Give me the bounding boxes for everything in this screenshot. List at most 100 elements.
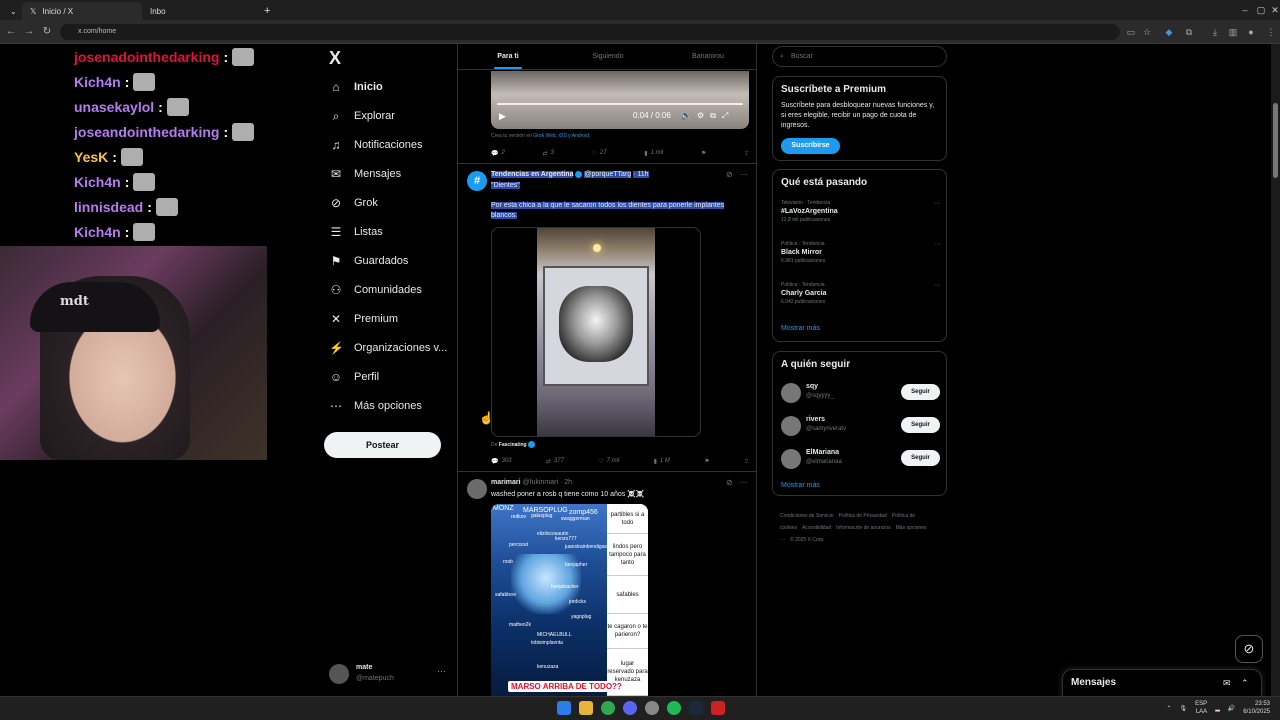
follow-name[interactable]: ElMariana: [806, 449, 839, 456]
app-red-icon[interactable]: [711, 701, 725, 715]
profile-avatar-icon[interactable]: ●: [1244, 25, 1258, 39]
subscribe-button[interactable]: Suscribirse: [781, 138, 840, 154]
more-icon[interactable]: ···: [437, 666, 446, 676]
tweet-time[interactable]: · 11h: [633, 171, 649, 179]
new-tab-button[interactable]: +: [256, 2, 274, 20]
steam-icon[interactable]: [689, 701, 703, 715]
file-explorer-icon[interactable]: [579, 701, 593, 715]
like-button[interactable]: ♡ 27: [592, 150, 607, 157]
tray-chevron-icon[interactable]: ⌃: [1167, 705, 1172, 712]
video-progress-bar[interactable]: [497, 103, 743, 105]
follow-button[interactable]: Seguir: [901, 384, 940, 400]
avatar[interactable]: [781, 383, 801, 403]
trend-item[interactable]: Política · Tendencia Black Mirror 6.981 pu…: [781, 241, 941, 264]
footer-link[interactable]: © 2025 X Corp.: [790, 537, 825, 543]
nav-item-grok[interactable]: ⊘ Grok: [329, 190, 378, 216]
wifi-icon[interactable]: ▂: [1215, 705, 1220, 712]
language-indicator[interactable]: ESP LAA: [1195, 700, 1207, 716]
nav-item-organizaciones-v-[interactable]: ⚡ Organizaciones v...: [329, 335, 447, 361]
post-button[interactable]: Postear: [324, 432, 441, 458]
nav-item-guardados[interactable]: ⚑ Guardados: [329, 248, 409, 274]
account-switcher[interactable]: mate @matepuch ···: [329, 660, 449, 690]
video-player[interactable]: ▶ 0:04 / 0:06 🔈⚙⧉⤢: [491, 71, 749, 129]
search-input[interactable]: ⌕ Buscar: [772, 46, 947, 67]
avatar[interactable]: [781, 416, 801, 436]
forward-icon[interactable]: →: [22, 25, 36, 39]
nav-item-mensajes[interactable]: ✉ Mensajes: [329, 161, 401, 187]
repost-button[interactable]: ⇄ 3: [542, 150, 553, 157]
back-icon[interactable]: ←: [4, 25, 18, 39]
author-handle[interactable]: @porqueTTarg: [584, 171, 632, 179]
follow-button[interactable]: Seguir: [901, 450, 940, 466]
author-handle[interactable]: @fukinmari: [523, 479, 559, 486]
expand-icon[interactable]: ⌃: [1241, 678, 1249, 689]
extension-icon[interactable]: ◆: [1162, 25, 1176, 39]
show-more-link[interactable]: Mostrar más: [781, 482, 820, 489]
footer-link[interactable]: Condiciones de Servicio: [780, 513, 834, 519]
bookmark-star-icon[interactable]: ☆: [1140, 25, 1154, 39]
more-icon[interactable]: ···: [740, 478, 748, 487]
nav-item-listas[interactable]: ☰ Listas: [329, 219, 383, 245]
bookmark-icon[interactable]: ⚑: [701, 150, 706, 157]
nav-item-perfil[interactable]: ☺ Perfil: [329, 364, 379, 390]
clock[interactable]: 23:53 6/10/2025: [1243, 700, 1270, 716]
discord-icon[interactable]: [623, 701, 637, 715]
follow-name[interactable]: sqy: [806, 383, 818, 390]
tweet-video[interactable]: [491, 227, 701, 437]
share-icon[interactable]: ⇪: [744, 150, 749, 157]
author-name[interactable]: marimari: [491, 479, 521, 486]
tab-bananirou[interactable]: Bananirou: [658, 44, 756, 69]
scrollbar-thumb[interactable]: [1273, 103, 1278, 178]
views-button[interactable]: ▮ 1 mil: [644, 150, 663, 157]
close-window-button[interactable]: ✕: [1266, 3, 1280, 17]
footer-link[interactable]: Política de Privacidad: [839, 513, 887, 519]
kebab-menu-icon[interactable]: ⋮: [1264, 25, 1278, 39]
author-name[interactable]: Tendencias en Argentina: [491, 171, 574, 179]
extensions-puzzle-icon[interactable]: ⧉: [1182, 25, 1196, 39]
tab-inbox[interactable]: Inbo: [142, 2, 254, 20]
grok-icon[interactable]: ⊘: [726, 170, 733, 179]
chrome-icon[interactable]: [601, 701, 615, 715]
play-icon[interactable]: ▶: [499, 111, 506, 122]
like-button[interactable]: ♡ 7 mil: [598, 458, 619, 465]
nav-item-notificaciones[interactable]: ♫ Notificaciones: [329, 132, 423, 158]
sidepanel-icon[interactable]: ▥: [1226, 25, 1240, 39]
follow-button[interactable]: Seguir: [901, 417, 940, 433]
volume-icon[interactable]: 🔊: [1228, 705, 1235, 712]
more-icon[interactable]: ···: [740, 170, 748, 179]
more-icon[interactable]: ···: [934, 200, 941, 207]
url-input[interactable]: x.com/home: [60, 24, 1120, 40]
nav-item-más-opciones[interactable]: ⋯ Más opciones: [329, 393, 422, 419]
nav-item-inicio[interactable]: ⌂ Inicio: [329, 74, 382, 100]
download-icon[interactable]: ⤓: [1208, 25, 1222, 39]
messages-drawer[interactable]: Mensajes ✉ ⌃: [1062, 669, 1262, 698]
nav-item-premium[interactable]: ✕ Premium: [329, 306, 398, 332]
tab-para-ti[interactable]: Para ti: [458, 44, 558, 69]
views-button[interactable]: ▮ 1 M: [654, 458, 670, 465]
trend-item[interactable]: Televisión · Tendencia #LaVozArgentina 12,…: [781, 200, 941, 223]
reload-icon[interactable]: ↻: [40, 25, 54, 39]
reply-button[interactable]: 💬 303: [491, 458, 512, 465]
tab-inicio[interactable]: 𝕏 Inicio / X: [22, 2, 142, 20]
more-icon[interactable]: ···: [934, 241, 941, 248]
reply-button[interactable]: 💬 2: [491, 150, 505, 157]
nav-item-explorar[interactable]: ⌕ Explorar: [329, 103, 395, 129]
source-account[interactable]: Fascinating: [499, 442, 527, 448]
grok-fab-icon[interactable]: ⊘: [1235, 635, 1263, 663]
tweet-image-iceberg-meme[interactable]: MONZ MARSOPLUG zomp456 redkov galaxplug swagg…: [491, 504, 648, 696]
avatar[interactable]: [467, 479, 487, 499]
bookmark-icon[interactable]: ⚑: [704, 458, 709, 465]
new-message-icon[interactable]: ✉: [1223, 678, 1231, 689]
mic-icon[interactable]: 🎙: [1180, 705, 1188, 712]
video-controls-icons[interactable]: 🔈⚙⧉⤢: [681, 111, 734, 121]
avatar[interactable]: [781, 449, 801, 469]
more-icon[interactable]: ···: [934, 282, 941, 289]
footer-link[interactable]: Accesibilidad: [802, 525, 831, 531]
show-more-link[interactable]: Mostrar más: [781, 325, 820, 332]
follow-name[interactable]: rivers: [806, 416, 825, 423]
note-links[interactable]: Grok Web, iOS y Android.: [533, 133, 590, 139]
trend-item[interactable]: Política · Tendencia Charly Garcia 6.042 p…: [781, 282, 941, 305]
tab-siguiendo[interactable]: Siguiendo: [558, 44, 658, 69]
spotify-icon[interactable]: [667, 701, 681, 715]
start-menu-icon[interactable]: [557, 701, 571, 715]
